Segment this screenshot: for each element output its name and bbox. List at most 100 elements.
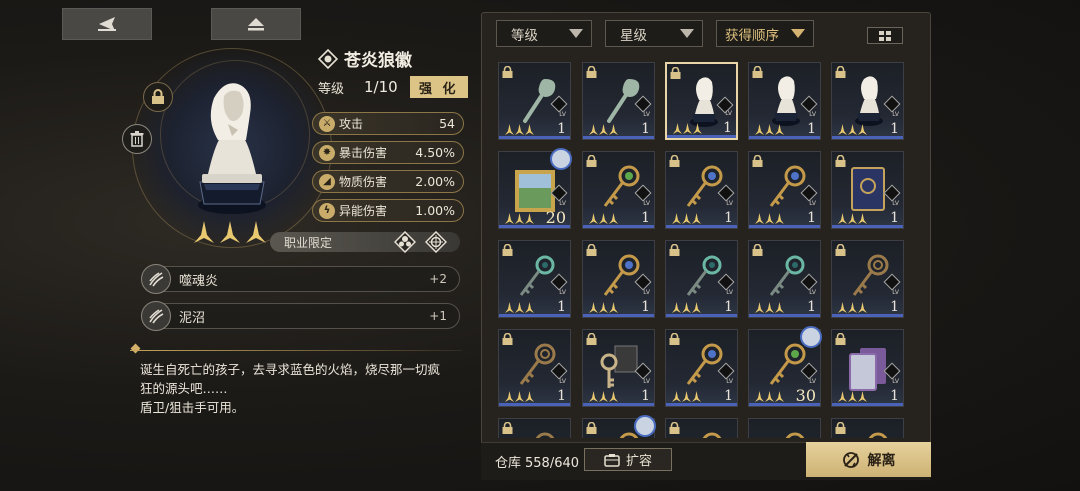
class-restriction-label: 职业限定 [284,235,333,250]
star-icon [525,120,534,135]
slot-level-value: 1 [557,299,566,315]
star-icon [515,298,524,313]
slot-level-tag: LV [643,111,650,118]
inventory-slot[interactable]: LV 1 [748,151,821,229]
stat-label: 暴击伤害 [339,146,388,160]
slot-level: LV 1 [807,108,816,136]
star-icon [692,387,701,402]
star-icon [682,298,691,313]
item-title: 苍炎狼徽 [318,46,412,71]
enhance-button[interactable]: 强 化 [409,76,468,98]
skill-row[interactable]: 噬魂炎 +2 [141,264,460,294]
slot-star-rating [589,387,618,402]
inventory-slot[interactable]: LV 1 [582,62,655,140]
inventory-slot[interactable]: LV 1 [665,62,738,140]
class-emblem-icon [318,48,338,69]
inventory-slot[interactable] [498,418,571,438]
inventory-slot[interactable] [665,418,738,438]
skill-row[interactable]: 泥沼 +1 [141,301,460,331]
inventory-slot[interactable]: LV 20 [498,148,572,229]
slot-star-rating [672,298,701,313]
star-icon [609,387,618,402]
star-icon [755,120,764,135]
slot-level-tag: LV [725,110,732,117]
slot-level-value: 20 [545,208,566,227]
inventory-slot[interactable]: LV 1 [582,329,655,407]
inventory-slot[interactable]: LV 1 [831,151,904,229]
slot-level: LV 1 [724,197,733,225]
inventory-slot[interactable]: LV 1 [748,240,821,318]
filter-acquired-order-dropdown[interactable]: 获得顺序 [716,20,814,47]
filter-star-dropdown[interactable]: 星级 [605,20,703,47]
lock-toggle-button[interactable] [143,82,173,112]
slot-star-rating [672,209,701,224]
lock-icon [669,155,680,167]
stat-psionic-damage: ϟ 异能伤害 1.00% [312,199,464,222]
slot-level-value: 1 [807,210,816,226]
slot-star-rating [838,298,867,313]
stat-crit-damage: ✸ 暴击伤害 4.50% [312,141,464,164]
slot-level-value: 1 [890,388,899,404]
inventory-slot[interactable]: LV 1 [582,240,655,318]
lock-icon [669,422,680,434]
inventory-slot[interactable]: LV 1 [831,240,904,318]
star-icon [692,209,701,224]
slot-level-value: 1 [641,210,650,226]
inventory-slot[interactable]: LV 1 [665,240,738,318]
grid-view-toggle[interactable] [867,27,903,44]
inventory-slot[interactable]: LV 1 [748,62,821,140]
inventory-slot[interactable]: LV 1 [498,62,571,140]
inventory-slot[interactable]: LV 1 [498,240,571,318]
inventory-slot[interactable]: LV 1 [831,62,904,140]
star-icon [246,221,266,243]
eject-button[interactable] [211,8,301,40]
storage-label: 仓库 [495,456,522,471]
physical-damage-icon: ◢ [319,173,335,190]
back-button[interactable] [62,8,152,40]
star-icon [673,119,682,134]
guardian-class-icon[interactable] [394,231,416,253]
lock-icon [752,244,763,256]
filter-level-dropdown[interactable]: 等级 [496,20,592,47]
inventory-slot[interactable]: LV 30 [748,326,822,407]
slot-level-value: 1 [641,388,650,404]
expand-storage-button[interactable]: 扩容 [584,448,672,471]
discard-button[interactable] [122,124,152,154]
item-star-rating [194,221,266,243]
slot-level-tag: LV [809,111,816,118]
star-icon [848,298,857,313]
item-chess-piece-image [198,83,266,214]
star-icon [515,387,524,402]
sniper-class-icon[interactable] [425,231,447,253]
star-icon [858,209,867,224]
star-icon [682,209,691,224]
star-icon [672,387,681,402]
psionic-damage-icon: ϟ [319,202,335,219]
inventory-slot[interactable]: LV 1 [498,329,571,407]
star-icon [838,120,847,135]
lock-icon [835,333,846,345]
inventory-slot[interactable]: LV 1 [665,329,738,407]
star-icon [755,387,764,402]
star-icon [505,209,514,224]
star-icon [515,120,524,135]
star-icon [765,387,774,402]
slot-star-rating [505,120,534,135]
dismantle-button[interactable]: 解离 [806,442,931,477]
slot-level: LV 30 [795,375,816,405]
slot-level: LV 1 [807,286,816,314]
slot-level-value: 30 [795,386,816,405]
star-icon [220,221,240,243]
inventory-slot[interactable]: LV 1 [582,151,655,229]
inventory-slot[interactable] [748,418,821,438]
slot-level-value: 1 [890,210,899,226]
star-icon [599,209,608,224]
star-icon [838,209,847,224]
inventory-slot[interactable] [582,415,656,438]
inventory-slot[interactable]: LV 1 [665,151,738,229]
slot-star-rating [589,209,618,224]
inventory-slot[interactable] [831,418,904,438]
star-icon [599,387,608,402]
inventory-slot[interactable]: LV 1 [831,329,904,407]
slot-level-value: 1 [557,388,566,404]
